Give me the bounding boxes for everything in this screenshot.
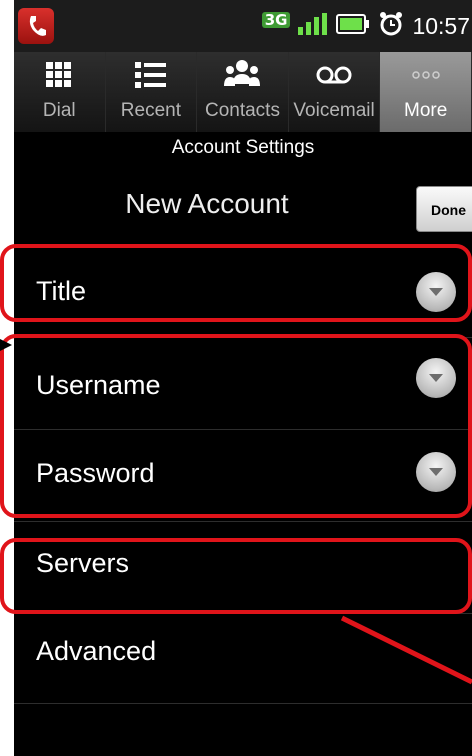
annotation-line	[340, 615, 472, 685]
